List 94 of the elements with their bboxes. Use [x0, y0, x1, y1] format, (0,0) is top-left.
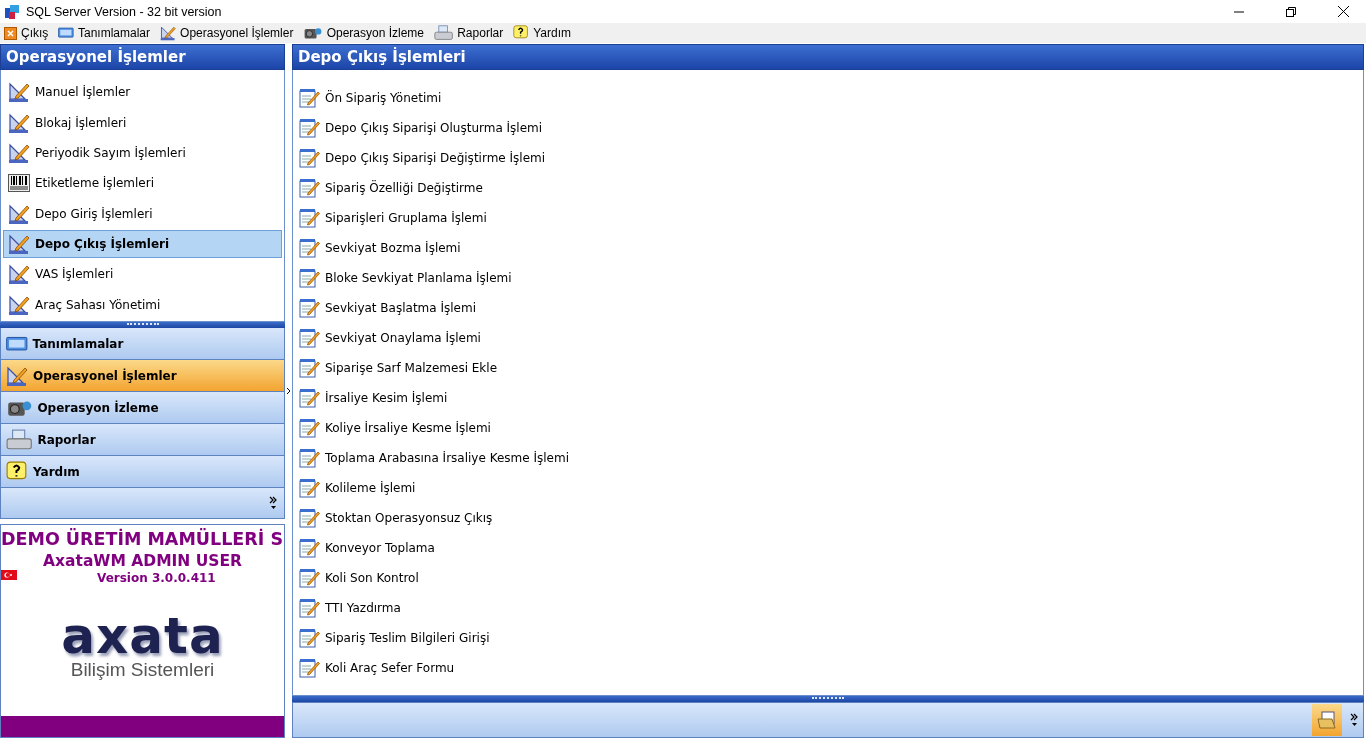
list-item[interactable]: Konveyor Toplama	[299, 533, 1363, 563]
notepad-pencil-icon	[299, 448, 320, 468]
window-title: SQL Server Version - 32 bit version	[26, 4, 223, 19]
sidebar-item[interactable]: Blokaj İşlemleri	[3, 108, 282, 137]
set-square-pencil-icon	[8, 293, 30, 316]
notepad-pencil-icon	[299, 628, 320, 648]
nav-button[interactable]: Yardım	[0, 456, 285, 488]
splitter-grip[interactable]	[0, 322, 285, 328]
list-item[interactable]: İrsaliye Kesim İşlemi	[299, 383, 1363, 413]
menu-item[interactable]: Tanımlamalar	[58, 26, 151, 40]
list-item[interactable]: Depo Çıkış Siparişi Oluşturma İşlemi	[299, 113, 1363, 143]
help-icon	[513, 25, 530, 41]
list-item[interactable]: Siparişleri Gruplama İşlemi	[299, 203, 1363, 233]
notepad-pencil-icon	[299, 178, 320, 198]
notepad-pencil-icon	[299, 598, 320, 618]
menu-item[interactable]: Operasyonel İşlemler	[160, 25, 294, 41]
nav-button[interactable]: Tanımlamalar	[0, 328, 285, 360]
nav-button[interactable]: Raporlar	[0, 424, 285, 456]
panel-header: Depo Çıkış İşlemleri	[292, 44, 1364, 70]
notepad-pencil-icon	[299, 148, 320, 168]
toolbar-button[interactable]	[1312, 704, 1342, 736]
printer-icon	[434, 25, 454, 41]
list-item[interactable]: Sipariş Özelliği Değiştirme	[299, 173, 1363, 203]
folder-document-icon	[1317, 711, 1337, 729]
list-item[interactable]: Sevkiyat Onaylama İşlemi	[299, 323, 1363, 353]
menu-item[interactable]: Yardım	[513, 25, 572, 41]
list-item[interactable]: Kolileme İşlemi	[299, 473, 1363, 503]
splitter-grip[interactable]	[292, 696, 1364, 702]
menu-item[interactable]: Çıkış	[4, 26, 49, 40]
logo-subtitle: Bilişim Sistemleri	[70, 659, 215, 681]
list-item[interactable]: Koli Araç Sefer Formu	[299, 653, 1363, 683]
notepad-pencil-icon	[299, 328, 320, 348]
nav-button[interactable]: Operasyon İzleme	[0, 392, 285, 424]
exit-icon	[4, 26, 17, 40]
notepad-pencil-icon	[299, 298, 320, 318]
camera-icon	[303, 25, 323, 41]
panel-header: Operasyonel İşlemler	[0, 44, 285, 70]
notepad-pencil-icon	[299, 118, 320, 138]
sidebar-item[interactable]: Manuel İşlemler	[3, 78, 282, 107]
list-item[interactable]: Koliye İrsaliye Kesme İşlemi	[299, 413, 1363, 443]
barcode-icon	[8, 174, 30, 193]
list-item[interactable]: Sevkiyat Bozma İşlemi	[299, 233, 1363, 263]
version-label: Version 3.0.0.411	[96, 570, 216, 585]
menu-item[interactable]: Raporlar	[434, 25, 504, 41]
company-name: DEMO ÜRETİM MAMÜLLERİ S	[1, 527, 284, 549]
keyboard-icon	[58, 27, 74, 39]
close-icon[interactable]	[1337, 6, 1349, 17]
notepad-pencil-icon	[299, 88, 320, 108]
logo: axata	[61, 613, 224, 659]
list-item[interactable]: Stoktan Operasyonsuz Çıkış	[299, 503, 1363, 533]
sidebar-item[interactable]: Araç Sahası Yönetimi	[3, 290, 282, 319]
notepad-pencil-icon	[299, 388, 320, 408]
sidebar-item[interactable]: Etiketleme İşlemleri	[3, 169, 282, 198]
notepad-pencil-icon	[299, 208, 320, 228]
notepad-pencil-icon	[299, 418, 320, 438]
set-square-pencil-icon	[8, 202, 30, 225]
notepad-pencil-icon	[299, 658, 320, 678]
list-item[interactable]: Ön Sipariş Yönetimi	[299, 83, 1363, 113]
restore-icon[interactable]	[1286, 6, 1296, 17]
list-item[interactable]: Siparişe Sarf Malzemesi Ekle	[299, 353, 1363, 383]
keyboard-icon	[6, 335, 28, 352]
notepad-pencil-icon	[299, 238, 320, 258]
printer-icon	[6, 428, 33, 451]
flag-icon	[1, 570, 17, 580]
list-item[interactable]: Depo Çıkış Siparişi Değiştirme İşlemi	[299, 143, 1363, 173]
set-square-pencil-icon	[8, 233, 30, 256]
list-item[interactable]: Bloke Sevkiyat Planlama İşlemi	[299, 263, 1363, 293]
sidebar-item[interactable]: VAS İşlemleri	[3, 260, 282, 289]
chevron-down-icon[interactable]	[269, 496, 278, 510]
set-square-pencil-icon	[6, 364, 28, 387]
set-square-pencil-icon	[8, 141, 30, 164]
chevron-down-icon[interactable]	[1350, 713, 1359, 727]
list-item[interactable]: Sipariş Teslim Bilgileri Girişi	[299, 623, 1363, 653]
sidebar-item[interactable]: Periyodik Sayım İşlemleri	[3, 138, 282, 168]
notepad-pencil-icon	[299, 568, 320, 588]
notepad-pencil-icon	[299, 268, 320, 288]
set-square-pencil-icon	[160, 25, 177, 41]
notepad-pencil-icon	[299, 508, 320, 528]
sidebar-item[interactable]: Depo Çıkış İşlemleri	[3, 229, 282, 259]
nav-button[interactable]: Operasyonel İşlemler	[0, 360, 285, 392]
notepad-pencil-icon	[299, 538, 320, 558]
menu-item[interactable]: Operasyon İzleme	[303, 25, 424, 41]
list-item[interactable]: Sevkiyat Başlatma İşlemi	[299, 293, 1363, 323]
notepad-pencil-icon	[299, 478, 320, 498]
notepad-pencil-icon	[299, 358, 320, 378]
set-square-pencil-icon	[8, 81, 30, 104]
list-item[interactable]: Toplama Arabasına İrsaliye Kesme İşlemi	[299, 443, 1363, 473]
list-item[interactable]: Koli Son Kontrol	[299, 563, 1363, 593]
set-square-pencil-icon	[8, 111, 30, 134]
app-icon	[4, 3, 20, 20]
user-name: AxataWM ADMIN USER	[42, 551, 243, 570]
sidebar-item[interactable]: Depo Giriş İşlemleri	[3, 199, 282, 228]
set-square-pencil-icon	[8, 263, 30, 286]
list-item[interactable]: TTI Yazdırma	[299, 593, 1363, 623]
